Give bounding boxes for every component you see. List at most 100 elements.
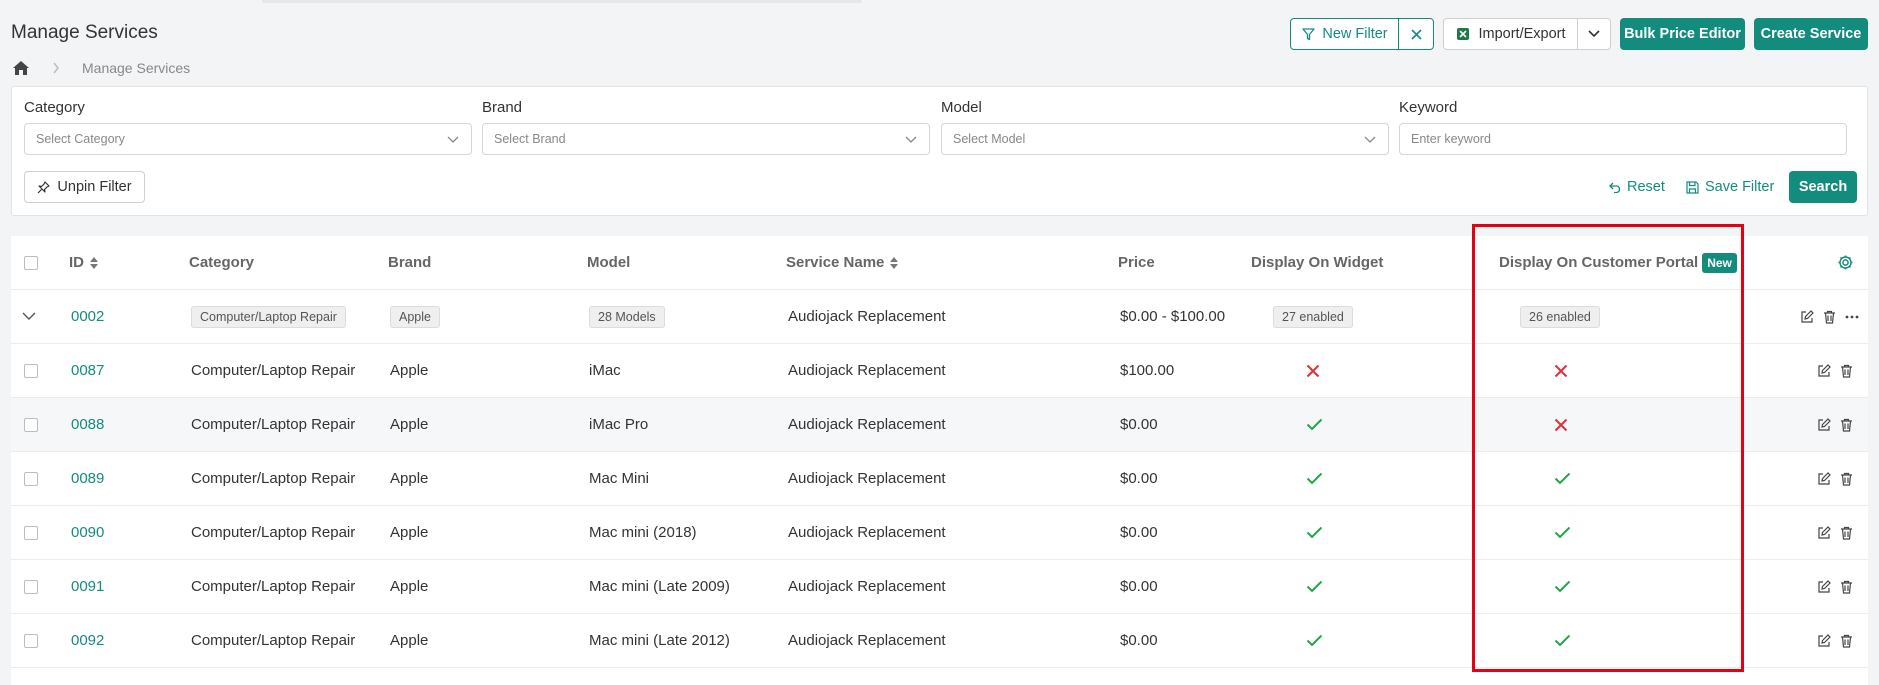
row-brand: Apple [390, 470, 429, 487]
category-label: Category [24, 99, 85, 116]
row-checkbox[interactable] [24, 452, 38, 505]
delete-icon[interactable] [1840, 526, 1853, 540]
edit-icon[interactable] [1817, 525, 1831, 540]
table-row[interactable]: 0087 Computer/Laptop Repair Apple iMac Audio… [11, 344, 1868, 398]
chevron-down-icon [447, 136, 459, 143]
chevron-down-icon [1364, 136, 1376, 143]
delete-icon[interactable] [1840, 580, 1853, 594]
new-filter-label: New Filter [1322, 26, 1388, 42]
row-id-link[interactable]: 0090 [71, 506, 104, 559]
header-service-name[interactable]: Service Name [786, 236, 899, 289]
check-icon [1554, 560, 1571, 613]
group-id-link[interactable]: 0002 [71, 290, 104, 343]
row-category: Computer/Laptop Repair [191, 362, 356, 379]
brand-chip: Apple [390, 305, 440, 328]
header-brand: Brand [388, 254, 432, 271]
row-model: Mac mini (2018) [589, 524, 697, 541]
edit-icon[interactable] [1817, 633, 1831, 648]
header-display-portal-label: Display On Customer Portal [1499, 254, 1699, 271]
import-export-button[interactable]: Import/Export [1443, 18, 1579, 50]
breadcrumb-current: Manage Services [82, 60, 191, 76]
chevron-right-icon [52, 62, 60, 74]
table-row[interactable]: 0090 Computer/Laptop Repair Apple Mac mini … [11, 506, 1868, 560]
edit-icon[interactable] [1800, 309, 1814, 324]
table-row[interactable]: 0092 Computer/Laptop Repair Apple Mac mini … [11, 614, 1868, 668]
import-export-dropdown[interactable] [1577, 18, 1611, 50]
row-category: Computer/Laptop Repair [191, 524, 356, 541]
clear-filter-button[interactable] [1398, 18, 1434, 50]
create-service-button[interactable]: Create Service [1754, 18, 1868, 50]
row-category: Computer/Laptop Repair [191, 470, 356, 487]
row-model: Mac mini (Late 2009) [589, 578, 730, 595]
brand-select[interactable]: Select Brand [482, 123, 930, 155]
page-title: Manage Services [11, 22, 158, 43]
header-model: Model [587, 254, 631, 271]
unpin-filter-label: Unpin Filter [57, 179, 132, 195]
delete-icon[interactable] [1840, 472, 1853, 486]
row-checkbox[interactable] [24, 506, 38, 559]
row-checkbox[interactable] [24, 614, 38, 667]
row-id-link[interactable]: 0088 [71, 398, 104, 451]
save-filter-label: Save Filter [1705, 179, 1775, 195]
new-badge: New [1702, 252, 1737, 273]
edit-icon[interactable] [1817, 471, 1831, 486]
delete-icon[interactable] [1840, 634, 1853, 648]
row-price: $100.00 [1120, 362, 1175, 379]
model-select[interactable]: Select Model [941, 123, 1389, 155]
header-id-label: ID [69, 254, 84, 271]
row-model: iMac [589, 362, 621, 379]
edit-icon[interactable] [1817, 579, 1831, 594]
sort-icon [90, 256, 98, 269]
row-checkbox[interactable] [24, 344, 38, 397]
row-checkbox[interactable] [24, 560, 38, 613]
expand-chevron-icon[interactable] [22, 290, 36, 343]
table-row[interactable]: 0089 Computer/Laptop Repair Apple Mac Mini A… [11, 452, 1868, 506]
keyword-input[interactable]: Enter keyword [1399, 123, 1847, 155]
header-service-name-label: Service Name [786, 254, 885, 271]
delete-icon[interactable] [1823, 310, 1836, 324]
table-row[interactable]: 0088 Computer/Laptop Repair Apple iMac Pro A… [11, 398, 1868, 452]
row-id-link[interactable]: 0087 [71, 344, 104, 397]
save-filter-button[interactable]: Save Filter [1686, 171, 1774, 203]
row-brand: Apple [390, 416, 429, 433]
row-category: Computer/Laptop Repair [191, 632, 356, 649]
row-price: $0.00 [1120, 470, 1158, 487]
table-header: ID Category Brand Model Service Name Pri… [11, 236, 1868, 290]
row-brand: Apple [390, 632, 429, 649]
home-icon[interactable] [12, 60, 30, 76]
table-row[interactable]: 0091 Computer/Laptop Repair Apple Mac mini … [11, 560, 1868, 614]
row-checkbox[interactable] [24, 398, 38, 451]
row-model: Mac mini (Late 2012) [589, 632, 730, 649]
table-group-row[interactable]: 0002 Computer/Laptop Repair Apple 28 Mod… [11, 290, 1868, 344]
reset-button[interactable]: Reset [1609, 171, 1665, 203]
row-model: Mac Mini [589, 470, 650, 487]
category-chip: Computer/Laptop Repair [191, 305, 346, 328]
close-icon [1410, 28, 1422, 40]
delete-icon[interactable] [1840, 418, 1853, 432]
row-service-name: Audiojack Replacement [788, 362, 946, 379]
row-price: $0.00 [1120, 578, 1158, 595]
model-label: Model [941, 99, 982, 116]
search-button[interactable]: Search [1789, 171, 1857, 203]
bulk-price-editor-button[interactable]: Bulk Price Editor [1620, 18, 1745, 50]
select-all-checkbox[interactable] [24, 236, 38, 289]
new-filter-button[interactable]: New Filter [1290, 18, 1400, 50]
more-icon[interactable] [1845, 315, 1859, 319]
row-service-name: Audiojack Replacement [788, 578, 946, 595]
row-price: $0.00 [1120, 524, 1158, 541]
header-id[interactable]: ID [69, 236, 98, 289]
category-select[interactable]: Select Category [24, 123, 472, 155]
group-row-actions [1800, 290, 1859, 343]
edit-icon[interactable] [1817, 417, 1831, 432]
top-scroll-strip [262, 0, 862, 3]
row-id-link[interactable]: 0089 [71, 452, 104, 505]
column-settings-icon[interactable] [1837, 236, 1854, 289]
pin-icon [37, 180, 51, 194]
unpin-filter-button[interactable]: Unpin Filter [24, 171, 145, 203]
edit-icon[interactable] [1817, 363, 1831, 378]
row-id-link[interactable]: 0092 [71, 614, 104, 667]
row-id-link[interactable]: 0091 [71, 560, 104, 613]
row-actions [1817, 560, 1853, 613]
row-actions [1817, 398, 1853, 451]
delete-icon[interactable] [1840, 364, 1853, 378]
